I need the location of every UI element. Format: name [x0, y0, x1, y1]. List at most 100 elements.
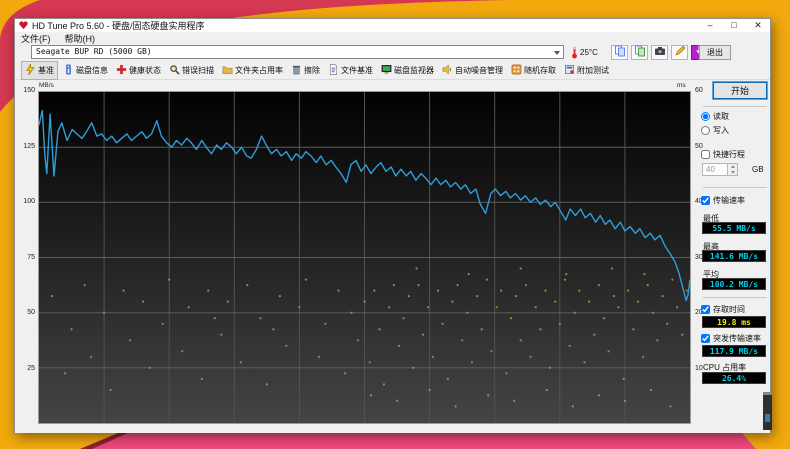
folder-icon: [222, 64, 235, 77]
burst-rate-checkbox[interactable]: [701, 334, 710, 343]
file-benchmark-icon: [328, 63, 341, 77]
short-stroke-label: 快捷行程: [713, 150, 745, 159]
copy-image-button[interactable]: [631, 45, 648, 60]
separator: [703, 297, 767, 298]
lightning-icon: [25, 62, 38, 77]
erase-icon: [291, 64, 304, 77]
quantity-stepper[interactable]: [728, 163, 738, 176]
max-value-readout: 141.6 MB/s: [702, 250, 766, 262]
transfer-rate-checkbox[interactable]: [701, 196, 710, 205]
access-time-row[interactable]: 存取时间: [701, 304, 745, 315]
burst-rate-readout: 117.9 MB/s: [702, 345, 766, 357]
right-axis-unit: ms: [677, 82, 686, 89]
access-time-readout: 19.8 ms: [702, 316, 766, 328]
copy-color-icon: [634, 44, 646, 62]
min-value-readout: 55.5 MB/s: [702, 222, 766, 234]
cpu-usage-readout: 26.4%: [702, 372, 766, 384]
tab-benchmark[interactable]: 基准: [21, 60, 58, 80]
tab-bar: 基准 磁盘信息 健康状态 错误扫描 文件夹占用率 擦除 文件基准 磁盘监视器 自动噪音管理 随机存…: [15, 60, 770, 80]
short-stroke-row[interactable]: 快捷行程: [701, 149, 745, 160]
tab-erase[interactable]: 擦除: [288, 62, 323, 79]
title-bar[interactable]: HD Tune Pro 5.60 - 硬盘/固态硬盘实用程序 – □ ✕: [15, 19, 770, 32]
access-time-checkbox[interactable]: [701, 305, 710, 314]
separator: [703, 187, 767, 188]
start-button[interactable]: 开始: [713, 82, 767, 99]
tab-label: 健康状态: [129, 65, 161, 75]
maximize-button[interactable]: □: [722, 19, 746, 32]
tab-aam[interactable]: 自动噪音管理: [439, 62, 506, 79]
left-axis-tick: 150: [23, 87, 35, 94]
left-axis-tick: 25: [27, 364, 35, 372]
window-controls: – □ ✕: [698, 19, 770, 32]
left-axis-tick: 100: [23, 198, 35, 205]
tab-label: 基准: [38, 65, 54, 75]
tab-label: 附加测试: [577, 65, 609, 75]
hdtune-window: HD Tune Pro 5.60 - 硬盘/固态硬盘实用程序 – □ ✕ 文件(…: [14, 18, 771, 433]
separator: [703, 106, 767, 107]
tab-error-scan[interactable]: 错误扫描: [166, 62, 217, 79]
access-time-label: 存取时间: [713, 305, 745, 314]
read-radio[interactable]: [701, 112, 710, 121]
short-stroke-size-input[interactable]: [702, 163, 728, 176]
monitor-icon: [381, 64, 394, 77]
toolbar: Seagate BUP RD (5000 GB) 25°C 退出: [15, 44, 770, 61]
desktop-background: HD Tune Pro 5.60 - 硬盘/固态硬盘实用程序 – □ ✕ 文件(…: [0, 0, 790, 449]
minimize-button[interactable]: –: [698, 19, 722, 32]
extra-tests-icon: [564, 64, 577, 77]
benchmark-plot: [38, 91, 691, 424]
write-radio-label: 写入: [713, 126, 729, 135]
transfer-rate-row[interactable]: 传输速率: [701, 195, 745, 206]
exit-button[interactable]: 退出: [699, 45, 731, 60]
drive-select-value: Seagate BUP RD (5000 GB): [36, 47, 152, 56]
tab-label: 错误扫描: [182, 65, 214, 75]
write-radio[interactable]: [701, 126, 710, 135]
app-icon: [19, 21, 28, 30]
tab-label: 文件基准: [341, 65, 373, 75]
camera-icon: [654, 44, 666, 62]
tab-file-benchmark[interactable]: 文件基准: [325, 62, 376, 79]
transfer-rate-label: 传输速率: [713, 196, 745, 205]
drive-select-dropdown[interactable]: Seagate BUP RD (5000 GB): [31, 45, 564, 59]
menu-help[interactable]: 帮助(H): [65, 32, 96, 45]
chevron-down-icon: [554, 51, 560, 55]
copy-icon: [614, 44, 626, 62]
tab-random-access[interactable]: 随机存取: [508, 62, 559, 79]
tab-disk-info[interactable]: 磁盘信息: [60, 62, 111, 79]
left-axis-unit: MB/s: [39, 82, 54, 89]
short-stroke-size-row: GB: [702, 163, 764, 176]
menu-file[interactable]: 文件(F): [21, 32, 51, 45]
read-radio-row[interactable]: 读取: [701, 111, 729, 122]
write-radio-row[interactable]: 写入: [701, 125, 729, 136]
short-stroke-unit: GB: [752, 165, 764, 174]
tab-label: 擦除: [304, 65, 320, 75]
toolbar-buttons: [611, 45, 711, 60]
random-access-icon: [511, 64, 524, 77]
left-axis-tick: 50: [27, 309, 35, 316]
background-window-artifact: [763, 392, 772, 430]
tab-health[interactable]: 健康状态: [113, 62, 164, 79]
health-icon: [116, 64, 129, 77]
copy-text-button[interactable]: [611, 45, 628, 60]
window-title: HD Tune Pro 5.60 - 硬盘/固态硬盘实用程序: [32, 21, 205, 31]
tab-label: 磁盘信息: [76, 65, 108, 75]
short-stroke-checkbox[interactable]: [701, 150, 710, 159]
screenshot-button[interactable]: [651, 45, 668, 60]
benchmark-control-panel: 开始 读取 写入 快捷行程 40 GB 传输速率 最低 55.5 MB/s 最高…: [699, 80, 769, 433]
left-axis-tick: 75: [27, 253, 35, 261]
temperature-value: 25°C: [580, 47, 598, 57]
tab-label: 随机存取: [524, 65, 556, 75]
burst-rate-row[interactable]: 突发传输速率: [701, 333, 761, 344]
left-axis-tick: 125: [23, 142, 35, 150]
tab-disk-monitor[interactable]: 磁盘监视器: [378, 62, 437, 79]
read-radio-label: 读取: [713, 112, 729, 121]
tab-extra-tests[interactable]: 附加测试: [561, 62, 612, 79]
tab-folder-usage[interactable]: 文件夹占用率: [219, 62, 286, 79]
scan-icon: [169, 64, 182, 77]
disk-info-icon: [63, 63, 76, 77]
edit-button[interactable]: [671, 45, 688, 60]
thermometer-icon: [572, 46, 577, 58]
tab-label: 自动噪音管理: [455, 65, 503, 75]
close-button[interactable]: ✕: [746, 19, 770, 32]
stepper-down-icon[interactable]: [728, 170, 737, 176]
edit-icon: [674, 44, 686, 62]
